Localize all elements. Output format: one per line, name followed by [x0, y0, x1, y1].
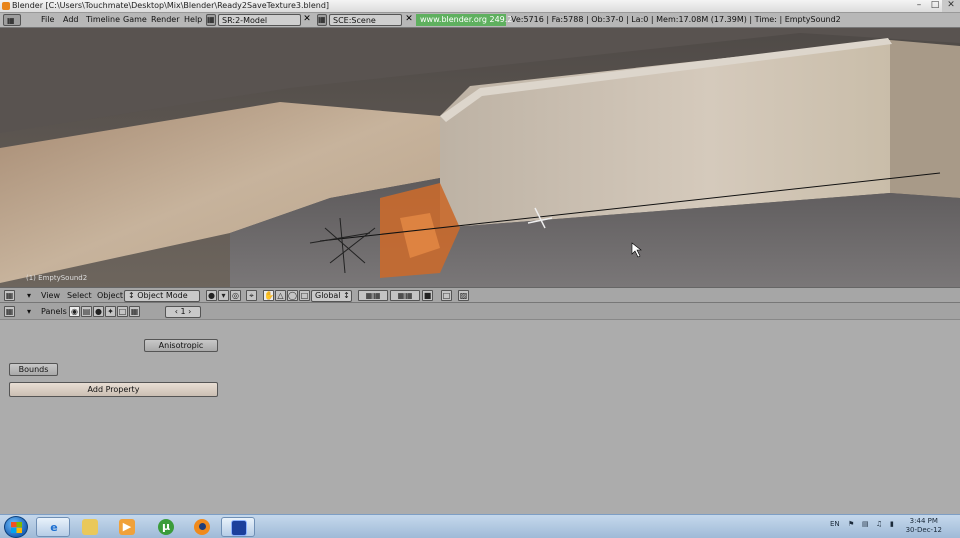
media-player-icon: ▶ [119, 519, 135, 535]
screen-browse-icon[interactable]: ▦ [206, 14, 216, 26]
windows-start-icon[interactable] [4, 516, 28, 538]
opengl-render-icon[interactable]: □ [441, 290, 452, 301]
collapse-menu-icon[interactable]: ▾ [27, 291, 31, 300]
draw-type-icon[interactable]: ● [206, 290, 217, 301]
tray-flag-icon[interactable]: ⚑ [848, 520, 854, 528]
viewport-type-icon[interactable]: ▦ [4, 290, 15, 301]
buttons-area: Anisotropic Bounds Add Property [0, 320, 960, 514]
object-context-icon[interactable]: ✦ [105, 306, 116, 317]
scene-field[interactable]: SCE:Scene [329, 14, 402, 26]
taskbar-media[interactable]: ▶ [110, 517, 144, 537]
mode-dropdown[interactable]: ↕ Object Mode [124, 290, 200, 302]
translate-icon[interactable]: △ [275, 290, 286, 301]
close-icon[interactable]: ✕ [942, 0, 960, 12]
frame-field[interactable]: ‹ 1 › [165, 306, 201, 318]
logic-context-icon[interactable]: ◉ [69, 306, 80, 317]
scene-stats: Ve:5716 | Fa:5788 | Ob:37-0 | La:0 | Mem… [511, 15, 841, 24]
render-preview-icon[interactable]: ▨ [458, 290, 469, 301]
taskbar-clock[interactable]: 3:44 PM 30-Dec-12 [906, 517, 942, 535]
editing-context-icon[interactable]: □ [117, 306, 128, 317]
blender-link[interactable]: www.blender.org 249.2 [416, 14, 512, 26]
draw-menu-icon[interactable]: ▾ [218, 290, 229, 301]
shading-context-icon[interactable]: ● [93, 306, 104, 317]
blender-window: Blender [C:\Users\Touchmate\Desktop\Mix\… [0, 0, 960, 538]
active-object-label: (1) EmptySound2 [26, 274, 88, 282]
add-property-button[interactable]: Add Property [9, 382, 218, 397]
taskbar-folder[interactable] [73, 517, 107, 537]
tray-volume-icon[interactable]: ♫ [876, 520, 882, 528]
menu-object[interactable]: Object [97, 291, 123, 300]
bounds-button[interactable]: Bounds [9, 363, 58, 376]
menu-add[interactable]: Add [63, 15, 79, 24]
clock-date: 30-Dec-12 [905, 526, 942, 534]
menu-help[interactable]: Help [184, 15, 202, 24]
window-type-icon[interactable]: ▦ [3, 14, 21, 26]
taskbar-app[interactable] [221, 517, 255, 537]
menu-render[interactable]: Render [151, 15, 179, 24]
taskbar-ie[interactable]: e [36, 517, 70, 537]
script-context-icon[interactable]: ▤ [81, 306, 92, 317]
manipulator-toggle-icon[interactable]: ⌖ [246, 290, 257, 301]
viewport-scene [0, 28, 960, 287]
orientation-label: Global [315, 291, 341, 300]
layers-group-1-icon[interactable]: ▦▦ [358, 290, 388, 301]
windows-taskbar: e ▶ μ EN ⚑ ▤ ♫ ▮ 3:44 PM 30-Dec-12 [0, 514, 960, 538]
blender-app-icon [2, 2, 10, 10]
mode-label: Object Mode [137, 291, 188, 300]
clock-time: 3:44 PM [909, 517, 938, 525]
scene-delete-icon[interactable]: ✕ [404, 15, 414, 25]
menu-timeline[interactable]: Timeline [86, 15, 120, 24]
scale-icon[interactable]: □ [299, 290, 310, 301]
menu-game[interactable]: Game [123, 15, 147, 24]
title-bar: Blender [C:\Users\Touchmate\Desktop\Mix\… [0, 0, 960, 13]
utorrent-icon: μ [158, 519, 174, 535]
screen-delete-icon[interactable]: ✕ [302, 15, 312, 25]
3d-viewport[interactable]: (1) EmptySound2 [0, 28, 960, 287]
menu-select[interactable]: Select [67, 291, 92, 300]
menu-file[interactable]: File [41, 15, 54, 24]
scene-context-icon[interactable]: ▦ [129, 306, 140, 317]
scene-browse-icon[interactable]: ▦ [317, 14, 327, 26]
buttons-collapse-icon[interactable]: ▾ [27, 307, 31, 316]
anisotropic-button[interactable]: Anisotropic [144, 339, 218, 352]
app-window-icon [231, 520, 247, 536]
buttons-header: ▦ ▾ Panels ◉ ▤ ● ✦ □ ▦ ‹ 1 › [0, 303, 960, 320]
layers-group-2-icon[interactable]: ▦▦ [390, 290, 420, 301]
screen-field[interactable]: SR:2-Model [218, 14, 301, 26]
tray-battery-icon[interactable]: ▮ [890, 520, 894, 528]
orientation-dropdown[interactable]: Global ↕ [311, 290, 352, 302]
panels-label[interactable]: Panels [41, 307, 67, 316]
hand-icon[interactable]: ✋ [263, 290, 274, 301]
folder-icon [82, 519, 98, 535]
lock-icon[interactable]: ■ [422, 290, 433, 301]
taskbar-utorrent[interactable]: μ [149, 517, 183, 537]
blender-icon [194, 519, 210, 535]
language-indicator[interactable]: EN [830, 520, 840, 528]
taskbar-blender[interactable] [185, 517, 219, 537]
window-title: Blender [C:\Users\Touchmate\Desktop\Mix\… [12, 1, 330, 10]
tray-network-icon[interactable]: ▤ [862, 520, 869, 528]
viewport-header: ▦ ▾ View Select Object ↕ Object Mode ● ▾… [0, 287, 960, 303]
info-header: ▦ File Add Timeline Game Render Help ▦ S… [0, 13, 960, 28]
menu-view[interactable]: View [41, 291, 60, 300]
rotate-icon[interactable]: ◯ [287, 290, 298, 301]
internet-explorer-icon: e [50, 521, 58, 534]
buttons-window-type-icon[interactable]: ▦ [4, 306, 15, 317]
pivot-icon[interactable]: ◎ [230, 290, 241, 301]
frame-value: 1 [180, 307, 186, 316]
